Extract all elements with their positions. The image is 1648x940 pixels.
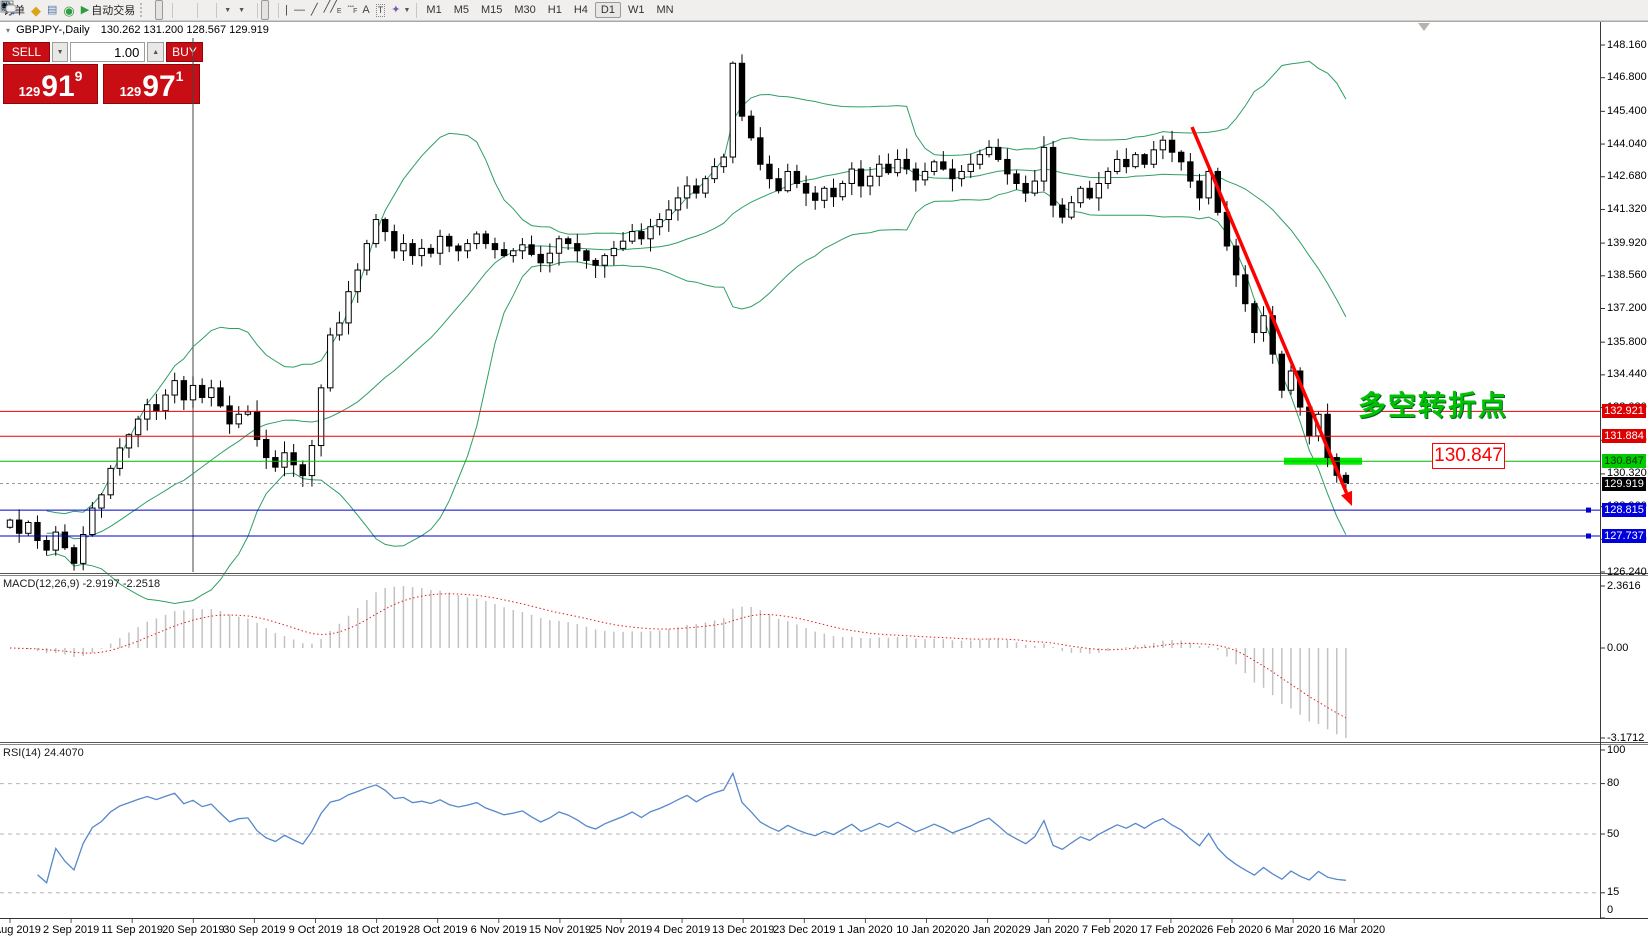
price-tag: 132.921 [1602, 404, 1646, 418]
date-tick: 29 Jan 2020 [1018, 924, 1079, 936]
macd-scale-tick: 0.00 [1607, 642, 1628, 654]
date-tick: 1 Jan 2020 [838, 924, 892, 936]
price-tag: 129.919 [1602, 477, 1646, 491]
time-axis-border [0, 918, 1648, 919]
price-tick: 135.800 [1607, 336, 1647, 348]
price-tick: 141.320 [1607, 203, 1647, 215]
date-tick: 30 Sep 2019 [223, 924, 285, 936]
date-tick: 18 Oct 2019 [347, 924, 407, 936]
rsi-scale-tick: 15 [1607, 886, 1619, 898]
price-tag: 127.737 [1602, 529, 1646, 543]
date-tick: 10 Jan 2020 [896, 924, 957, 936]
price-tick: 126.240 [1607, 566, 1647, 578]
pane-separator [0, 575, 1648, 576]
price-tick: 144.040 [1607, 138, 1647, 150]
price-tick: 145.400 [1607, 105, 1647, 117]
price-tag: 131.884 [1602, 429, 1646, 443]
rsi-scale-tick: 80 [1607, 777, 1619, 789]
price-tick: 139.920 [1607, 237, 1647, 249]
date-tick: 26 Feb 2020 [1201, 924, 1263, 936]
price-tag: 128.815 [1602, 503, 1646, 517]
price-tick: 148.160 [1607, 39, 1647, 51]
mt4-application: 订单 ◆ ▤ ◉ ▶ 自动交易 ▼ ▼ | — ╱ ╱╱E ┄F A T [0, 0, 1648, 940]
price-chart-canvas[interactable] [0, 0, 1648, 940]
date-tick: 15 Nov 2019 [529, 924, 591, 936]
rsi-label: RSI(14) 24.4070 [3, 747, 84, 759]
date-tick: 23 Dec 2019 [773, 924, 835, 936]
pane-separator [0, 744, 1648, 745]
date-tick: 2 Sep 2019 [43, 924, 99, 936]
date-tick: 6 Mar 2020 [1265, 924, 1321, 936]
price-axis-border [1600, 22, 1601, 918]
macd-scale-tick: -3.1712 [1607, 732, 1644, 744]
price-tick: 142.680 [1607, 170, 1647, 182]
date-tick: 17 Feb 2020 [1140, 924, 1202, 936]
date-tick: 6 Nov 2019 [471, 924, 527, 936]
date-tick: 20 Sep 2019 [162, 924, 224, 936]
price-tick: 146.800 [1607, 71, 1647, 83]
price-tick: 134.440 [1607, 368, 1647, 380]
turning-point-annotation: 多空转折点 [1358, 384, 1508, 424]
rsi-scale-tick: 100 [1607, 744, 1625, 756]
rsi-scale-tick: 0 [1607, 904, 1613, 916]
date-tick: 16 Mar 2020 [1323, 924, 1385, 936]
pane-separator[interactable] [0, 742, 1648, 743]
date-tick: 4 Dec 2019 [654, 924, 710, 936]
date-tick: 20 Jan 2020 [957, 924, 1018, 936]
date-tick: 9 Oct 2019 [289, 924, 343, 936]
date-tick: 13 Dec 2019 [712, 924, 774, 936]
date-tick: 11 Sep 2019 [101, 924, 163, 936]
macd-label: MACD(12,26,9) -2.9197 -2.2518 [3, 578, 160, 590]
date-tick: 7 Feb 2020 [1082, 924, 1138, 936]
pane-separator[interactable] [0, 573, 1648, 574]
date-tick: 23 Aug 2019 [0, 924, 41, 936]
price-tag: 130.847 [1602, 454, 1646, 468]
rsi-scale-tick: 50 [1607, 828, 1619, 840]
macd-scale-tick: 2.3616 [1607, 580, 1641, 592]
price-tick: 138.560 [1607, 269, 1647, 281]
level-price-annotation: 130.847 [1432, 443, 1505, 469]
date-tick: 28 Oct 2019 [408, 924, 468, 936]
date-tick: 25 Nov 2019 [590, 924, 652, 936]
price-tick: 137.200 [1607, 302, 1647, 314]
